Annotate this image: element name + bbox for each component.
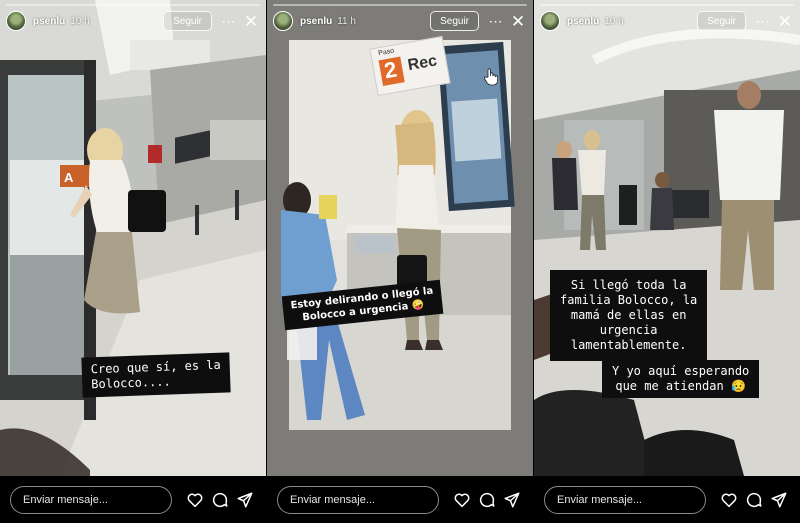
heart-icon[interactable] [451,489,472,511]
story-caption-secondary: Y yo aquí esperando que me atiendan 😥 [602,360,760,398]
message-input[interactable]: Enviar mensaje... [544,485,707,514]
sign-step-text: Rec [406,52,439,75]
post-time: 10 h [70,15,90,27]
story-caption: Si llegó toda la familia Bolocco, la mam… [550,270,708,361]
avatar[interactable] [540,11,560,31]
username[interactable]: psenlu [567,16,599,27]
story-photo: Paso 2 Rec [267,0,533,476]
message-bar: Enviar mensaje... [534,476,800,523]
avatar[interactable] [273,11,293,31]
follow-button[interactable]: Seguir [430,11,479,31]
heart-icon[interactable] [718,489,739,511]
caption-line: Y yo aquí esperando [612,364,750,378]
avatar[interactable] [6,11,26,31]
post-time: 11 h [337,15,356,27]
close-icon[interactable]: ✕ [509,13,527,30]
message-bar: Enviar mensaje... [0,476,266,523]
story-panel-3[interactable]: psenlu 10 h Seguir ⋯ ✕ Si llegó toda la … [534,0,800,523]
caption-line: familia Bolocco, la [560,293,698,307]
story-photo [534,0,800,476]
comment-icon[interactable] [477,489,498,511]
username[interactable]: psenlu [33,16,65,27]
caption-line: que me atiendan 😥 [615,379,746,393]
more-options-icon[interactable]: ⋯ [485,14,507,28]
close-icon[interactable]: ✕ [776,13,794,30]
story-header: psenlu 10 h Seguir ⋯ ✕ [540,10,794,32]
close-icon[interactable]: ✕ [242,13,260,30]
caption-line: Bolocco.... [91,374,171,392]
send-icon[interactable] [502,489,523,511]
more-options-icon[interactable]: ⋯ [752,14,774,28]
story-panel-1[interactable]: A psenlu 10 h Seguir ⋯ ✕ Creo que sí, es… [0,0,266,523]
message-input[interactable]: Enviar mensaje... [277,485,440,514]
message-bar: Enviar mensaje... [267,476,533,523]
story-panel-2[interactable]: Paso 2 Rec psenlu 11 h Seguir ⋯ ✕ Estoy … [267,0,533,523]
story-header: psenlu 11 h Seguir ⋯ ✕ [273,10,527,32]
story-photo: A [0,0,266,476]
comment-icon[interactable] [744,489,765,511]
caption-line: Si llegó toda la [570,278,687,292]
send-icon[interactable] [235,489,256,511]
more-options-icon[interactable]: ⋯ [218,14,240,28]
post-time: 10 h [604,15,624,27]
username[interactable]: psenlu [300,16,332,27]
story-header: psenlu 10 h Seguir ⋯ ✕ [6,10,260,32]
story-caption: Creo que sí, es la Bolocco.... [81,352,231,398]
comment-icon[interactable] [210,489,231,511]
heart-icon[interactable] [184,489,205,511]
follow-button[interactable]: Seguir [697,11,746,31]
message-input[interactable]: Enviar mensaje... [10,485,173,514]
story-progress-bar [273,4,527,6]
caption-line: mamá de ellas en [570,308,687,322]
cursor-hand-icon [483,68,499,86]
caption-line: urgencia [599,323,658,337]
door-sign-letter: A [64,170,74,185]
send-icon[interactable] [769,489,790,511]
caption-line: lamentablemente. [570,338,687,352]
follow-button[interactable]: Seguir [163,11,212,31]
story-progress-bar [540,4,794,6]
story-progress-bar [6,4,260,6]
